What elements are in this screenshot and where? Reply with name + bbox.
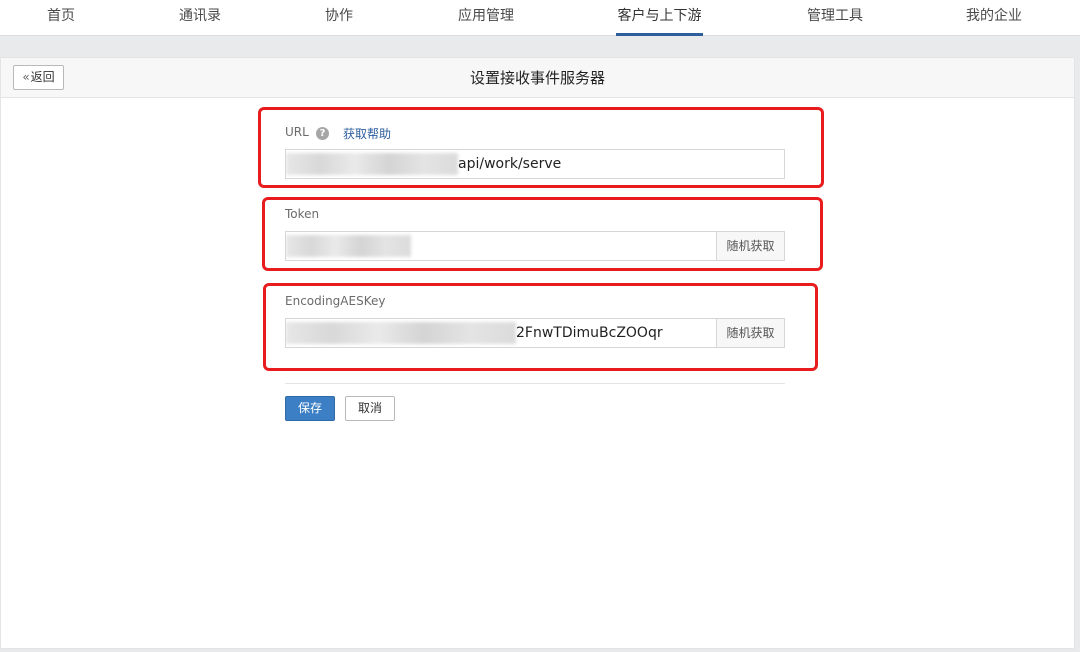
panel-header: 设置接收事件服务器 «返回 bbox=[1, 58, 1074, 98]
back-button[interactable]: «返回 bbox=[13, 65, 64, 90]
divider bbox=[285, 383, 785, 384]
nav-item-admin-tools[interactable]: 管理工具 bbox=[803, 0, 867, 36]
nav-item-app-management[interactable]: 应用管理 bbox=[454, 0, 518, 36]
nav-item-collaboration[interactable]: 协作 bbox=[318, 0, 360, 36]
top-nav: 首页 通讯录 协作 应用管理 客户与上下游 管理工具 我的企业 bbox=[0, 0, 1080, 36]
highlight-box-token bbox=[262, 197, 823, 271]
page-title: 设置接收事件服务器 bbox=[469, 69, 605, 87]
nav-item-contacts[interactable]: 通讯录 bbox=[170, 0, 230, 36]
cancel-button[interactable]: 取消 bbox=[345, 396, 395, 421]
double-chevron-left-icon: « bbox=[22, 70, 30, 84]
nav-item-my-company[interactable]: 我的企业 bbox=[962, 0, 1026, 36]
nav-item-customers[interactable]: 客户与上下游 bbox=[616, 0, 703, 36]
nav-item-home[interactable]: 首页 bbox=[40, 0, 82, 36]
highlight-box-url bbox=[258, 107, 824, 188]
back-button-label: 返回 bbox=[30, 70, 55, 84]
highlight-box-aes-key bbox=[263, 283, 818, 371]
save-button[interactable]: 保存 bbox=[285, 396, 335, 421]
